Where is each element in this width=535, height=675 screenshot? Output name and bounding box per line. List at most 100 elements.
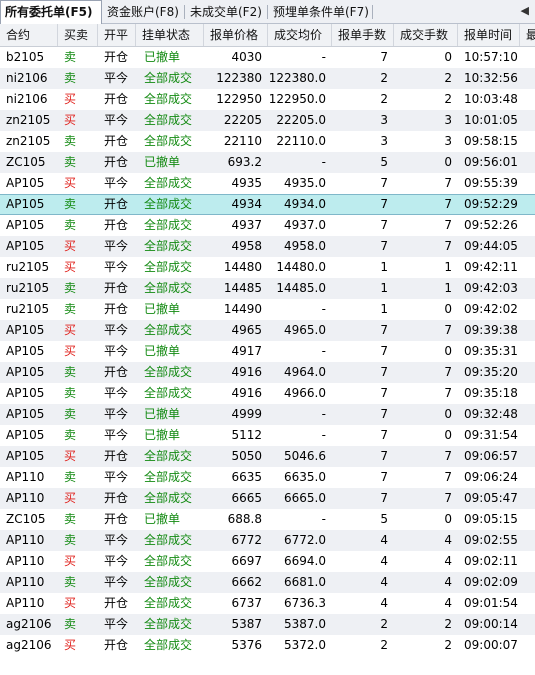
cell-open-close: 开仓 bbox=[104, 197, 129, 211]
tab-divider bbox=[184, 5, 185, 19]
cell-order-qty: 3 bbox=[380, 134, 388, 148]
cell-contract: zn2105 bbox=[6, 113, 51, 127]
cell-order-status: 全部成交 bbox=[144, 638, 193, 652]
table-row[interactable]: ru2105 买 平今 全部成交 14480 14480.0 1 1 09:42:11 bbox=[0, 257, 535, 278]
table-row[interactable]: AP105 买 平今 全部成交 4958 4958.0 7 7 09:44:05 bbox=[0, 236, 535, 257]
header-order-price[interactable]: 报单价格 bbox=[204, 24, 268, 46]
cell-contract: AP105 bbox=[6, 197, 45, 211]
cell-order-price: 14490 bbox=[223, 302, 262, 316]
cell-filled-qty: 0 bbox=[444, 155, 452, 169]
header-order-qty[interactable]: 报单手数 bbox=[332, 24, 394, 46]
table-row[interactable]: ZC105 卖 开仓 已撤单 693.2 - 5 0 09:56:01 bbox=[0, 152, 535, 173]
cell-direction: 卖 bbox=[64, 197, 77, 211]
table-row[interactable]: AP110 买 平今 全部成交 6697 6694.0 4 4 09:02:11 bbox=[0, 551, 535, 572]
table-row[interactable]: b2105 卖 开仓 已撤单 4030 - 7 0 10:57:10 bbox=[0, 47, 535, 68]
cell-filled-qty: 7 bbox=[444, 365, 452, 379]
cell-order-time: 09:02:11 bbox=[464, 554, 518, 568]
table-row[interactable]: ru2105 卖 开仓 已撤单 14490 - 1 0 09:42:02 bbox=[0, 299, 535, 320]
cell-avg-fill-price: 4966.0 bbox=[284, 386, 326, 400]
table-row-selected[interactable]: AP105 卖 开仓 全部成交 4934 4934.0 7 7 09:52:29 bbox=[0, 194, 535, 215]
cell-avg-fill-price: - bbox=[321, 344, 326, 358]
table-row[interactable]: AP110 买 开仓 全部成交 6665 6665.0 7 7 09:05:47 bbox=[0, 488, 535, 509]
cell-filled-qty: 1 bbox=[444, 260, 452, 274]
table-row[interactable]: AP110 卖 平今 全部成交 6772 6772.0 4 4 09:02:55 bbox=[0, 530, 535, 551]
tab-bar: 所有委托单(F5) 资金账户(F8) 未成交单(F2) 预埋单条件单(F7) ◀ bbox=[0, 0, 535, 24]
table-row[interactable]: AP110 卖 平今 全部成交 6662 6681.0 4 4 09:02:09 bbox=[0, 572, 535, 593]
table-row[interactable]: ag2106 卖 平今 全部成交 5387 5387.0 2 2 09:00:14 bbox=[0, 614, 535, 635]
tab-fund-account[interactable]: 资金账户(F8) bbox=[103, 2, 185, 22]
cell-order-time: 09:06:57 bbox=[464, 449, 518, 463]
table-row[interactable]: AP105 买 开仓 全部成交 5050 5046.6 7 7 09:06:57 bbox=[0, 446, 535, 467]
cell-filled-qty: 2 bbox=[444, 71, 452, 85]
cell-order-qty: 7 bbox=[380, 365, 388, 379]
header-order-status[interactable]: 挂单状态 bbox=[136, 24, 204, 46]
cell-contract: AP110 bbox=[6, 575, 45, 589]
cell-contract: AP110 bbox=[6, 554, 45, 568]
cell-filled-qty: 4 bbox=[444, 575, 452, 589]
cell-contract: AP105 bbox=[6, 218, 45, 232]
cell-order-status: 全部成交 bbox=[144, 281, 193, 295]
cell-open-close: 平今 bbox=[104, 176, 129, 190]
cell-order-qty: 2 bbox=[380, 92, 388, 106]
table-row[interactable]: AP105 卖 平今 已撤单 5112 - 7 0 09:31:54 bbox=[0, 425, 535, 446]
tab-scroll-left-icon[interactable]: ◀ bbox=[521, 4, 529, 17]
header-truncated[interactable]: 最 bbox=[520, 24, 535, 46]
cell-filled-qty: 7 bbox=[444, 449, 452, 463]
cell-order-time: 09:56:01 bbox=[464, 155, 518, 169]
cell-order-status: 全部成交 bbox=[144, 533, 193, 547]
table-row[interactable]: zn2105 买 平今 全部成交 22205 22205.0 3 3 10:01:05 bbox=[0, 110, 535, 131]
cell-order-price: 6635 bbox=[231, 470, 262, 484]
cell-order-price: 4999 bbox=[231, 407, 262, 421]
cell-order-price: 22205 bbox=[223, 113, 262, 127]
tab-all-orders[interactable]: 所有委托单(F5) bbox=[0, 0, 102, 24]
header-avg-fill-price[interactable]: 成交均价 bbox=[268, 24, 332, 46]
table-row[interactable]: AP110 买 开仓 全部成交 6737 6736.3 4 4 09:01:54 bbox=[0, 593, 535, 614]
table-row[interactable]: AP105 买 平今 已撤单 4917 - 7 0 09:35:31 bbox=[0, 341, 535, 362]
table-row[interactable]: ru2105 卖 开仓 全部成交 14485 14485.0 1 1 09:42:03 bbox=[0, 278, 535, 299]
cell-order-qty: 7 bbox=[380, 407, 388, 421]
cell-order-time: 09:35:20 bbox=[464, 365, 518, 379]
cell-contract: AP110 bbox=[6, 596, 45, 610]
cell-direction: 卖 bbox=[64, 428, 77, 442]
header-order-time[interactable]: 报单时间 bbox=[458, 24, 520, 46]
cell-order-status: 全部成交 bbox=[144, 113, 193, 127]
table-row[interactable]: AP105 买 平今 全部成交 4965 4965.0 7 7 09:39:38 bbox=[0, 320, 535, 341]
cell-order-price: 6665 bbox=[231, 491, 262, 505]
tab-unfilled-orders[interactable]: 未成交单(F2) bbox=[186, 2, 268, 22]
tab-preset-conditional-orders[interactable]: 预埋单条件单(F7) bbox=[269, 2, 373, 22]
cell-direction: 卖 bbox=[64, 218, 77, 232]
cell-open-close: 平今 bbox=[104, 407, 129, 421]
table-row[interactable]: AP105 卖 平今 已撤单 4999 - 7 0 09:32:48 bbox=[0, 404, 535, 425]
cell-order-price: 6662 bbox=[231, 575, 262, 589]
cell-direction: 卖 bbox=[64, 71, 77, 85]
table-row[interactable]: ni2106 买 开仓 全部成交 122950 122950.0 2 2 10:03:48 bbox=[0, 89, 535, 110]
cell-contract: ni2106 bbox=[6, 71, 48, 85]
cell-avg-fill-price: 6694.0 bbox=[284, 554, 326, 568]
cell-order-qty: 4 bbox=[380, 554, 388, 568]
table-row[interactable]: AP105 卖 开仓 全部成交 4916 4964.0 7 7 09:35:20 bbox=[0, 362, 535, 383]
table-header: 合约 买卖 开平 挂单状态 报单价格 成交均价 报单手数 成交手数 报单时间 最 bbox=[0, 24, 535, 47]
header-open-close[interactable]: 开平 bbox=[98, 24, 136, 46]
header-filled-qty[interactable]: 成交手数 bbox=[394, 24, 458, 46]
cell-open-close: 平今 bbox=[104, 470, 129, 484]
header-contract[interactable]: 合约 bbox=[0, 24, 58, 46]
cell-order-status: 已撤单 bbox=[144, 50, 181, 64]
table-row[interactable]: AP105 卖 平今 全部成交 4916 4966.0 7 7 09:35:18 bbox=[0, 383, 535, 404]
table-row[interactable]: AP110 卖 平今 全部成交 6635 6635.0 7 7 09:06:24 bbox=[0, 467, 535, 488]
cell-order-status: 全部成交 bbox=[144, 365, 193, 379]
cell-order-time: 10:01:05 bbox=[464, 113, 518, 127]
cell-direction: 买 bbox=[64, 92, 77, 106]
table-row[interactable]: ZC105 卖 开仓 已撤单 688.8 - 5 0 09:05:15 bbox=[0, 509, 535, 530]
table-row[interactable]: ni2106 卖 平今 全部成交 122380 122380.0 2 2 10:32:56 bbox=[0, 68, 535, 89]
cell-open-close: 开仓 bbox=[104, 281, 129, 295]
table-row[interactable]: AP105 卖 开仓 全部成交 4937 4937.0 7 7 09:52:26 bbox=[0, 215, 535, 236]
cell-direction: 买 bbox=[64, 638, 77, 652]
header-direction[interactable]: 买卖 bbox=[58, 24, 98, 46]
table-row[interactable]: zn2105 卖 开仓 全部成交 22110 22110.0 3 3 09:58:15 bbox=[0, 131, 535, 152]
cell-order-time: 09:39:38 bbox=[464, 323, 518, 337]
table-row[interactable]: AP105 买 平今 全部成交 4935 4935.0 7 7 09:55:39 bbox=[0, 173, 535, 194]
cell-order-time: 09:31:54 bbox=[464, 428, 518, 442]
table-row[interactable]: ag2106 买 开仓 全部成交 5376 5372.0 2 2 09:00:07 bbox=[0, 635, 535, 656]
cell-order-price: 5387 bbox=[231, 617, 262, 631]
cell-order-status: 已撤单 bbox=[144, 512, 181, 526]
